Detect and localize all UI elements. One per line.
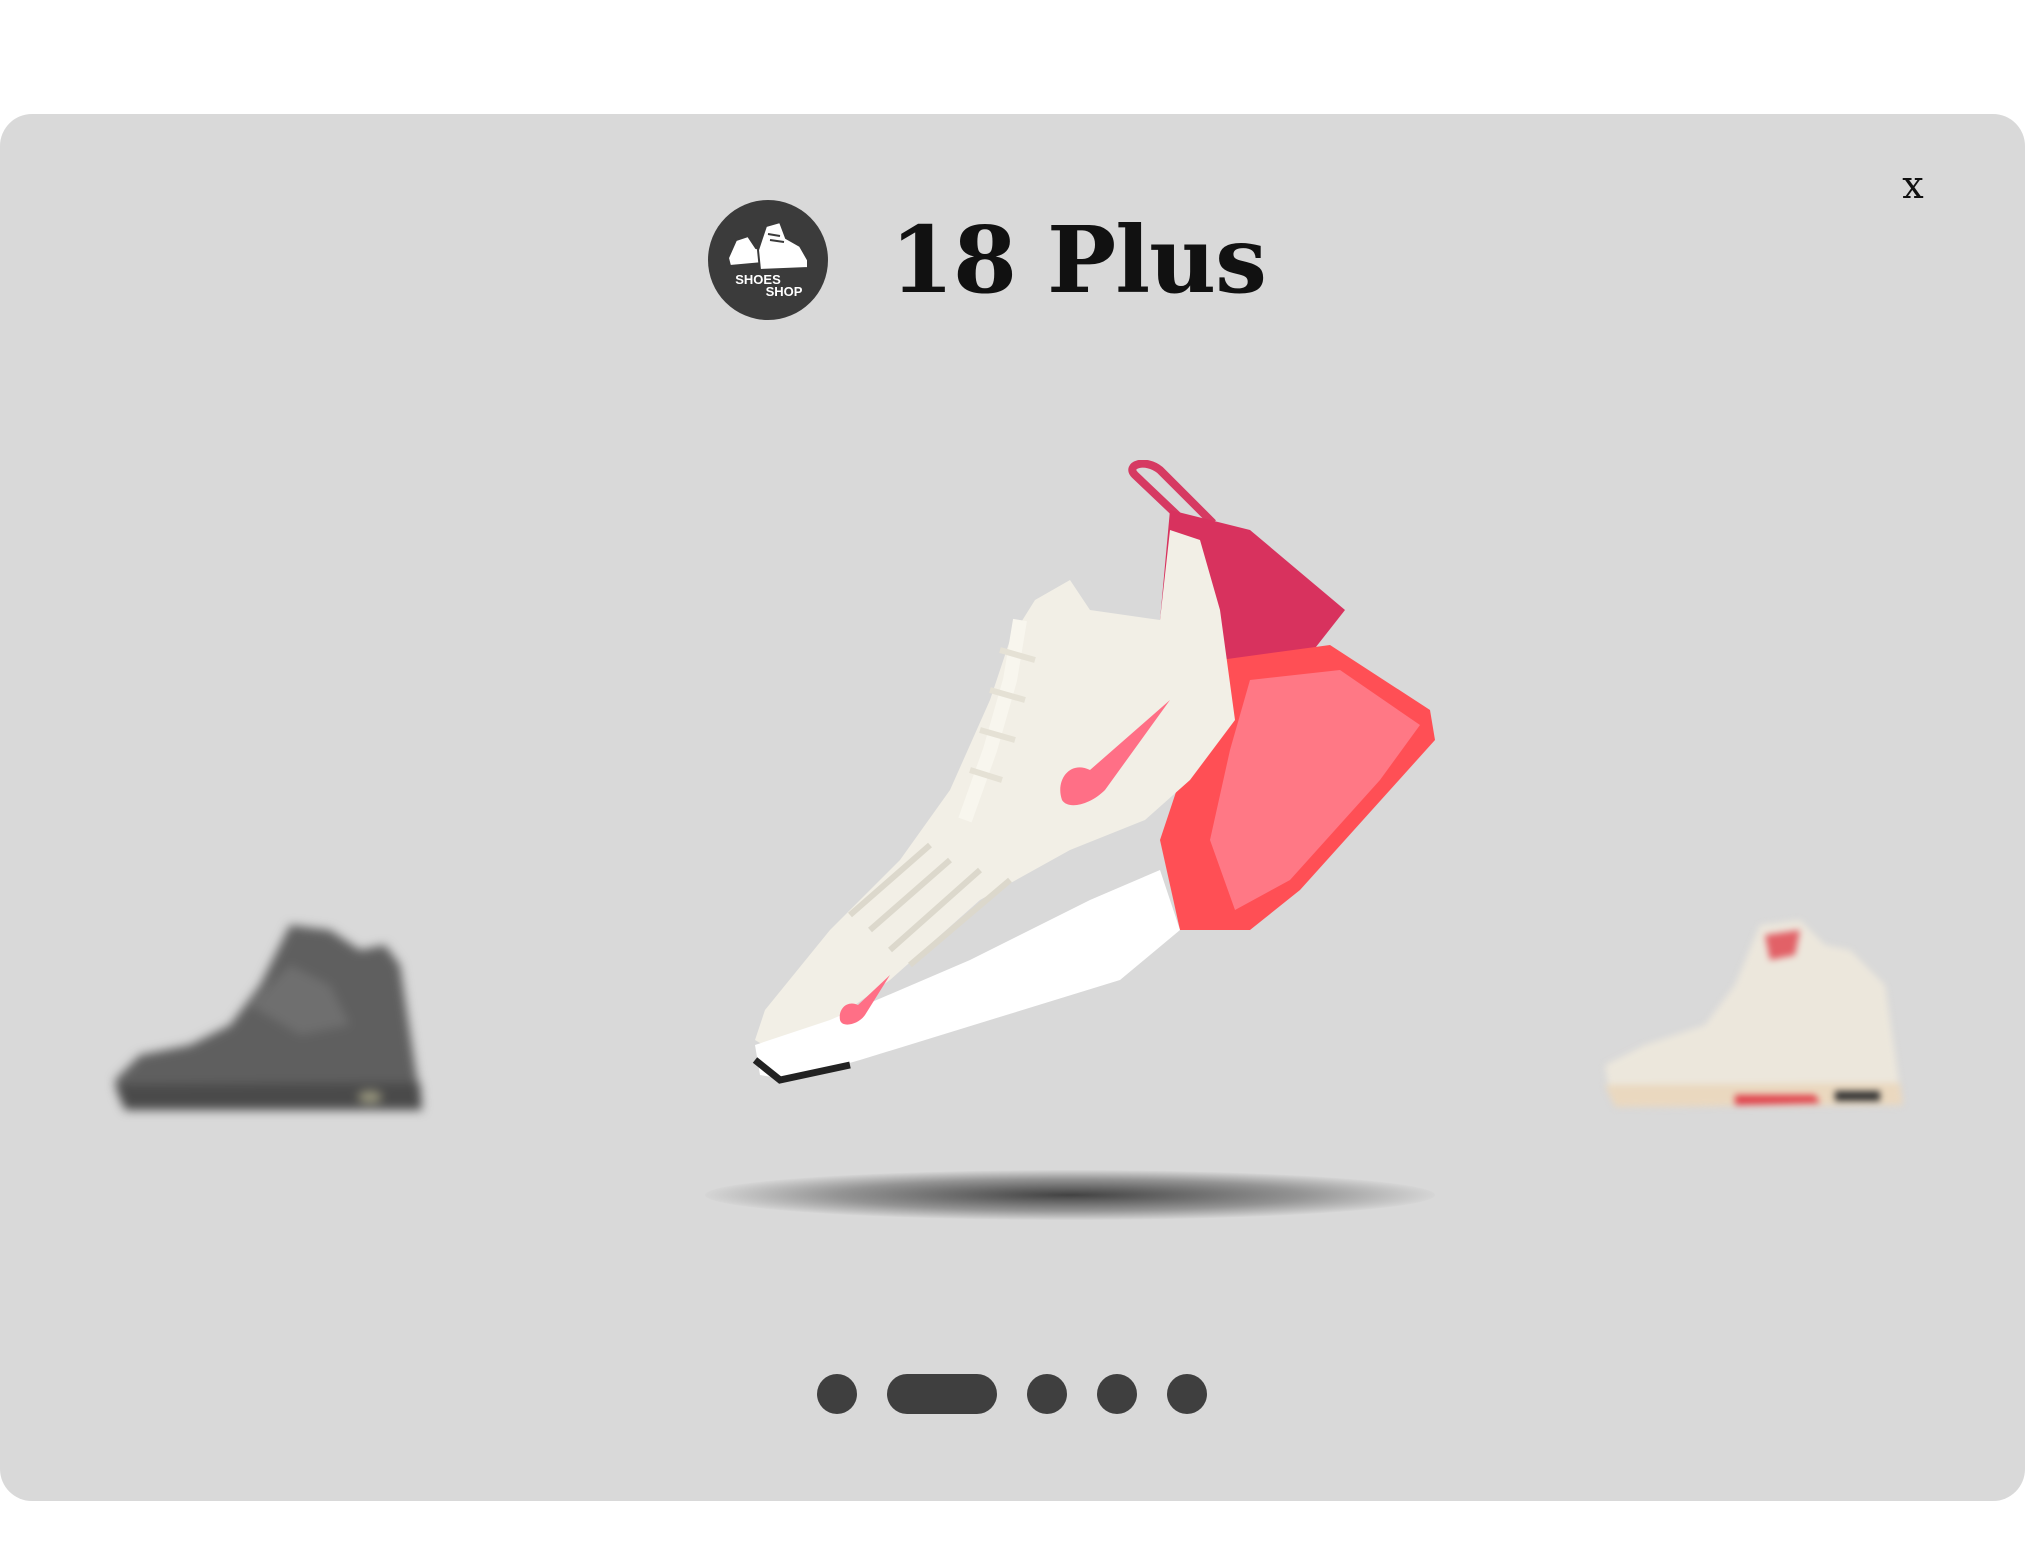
sneaker-icon: SHOES SHOP xyxy=(726,220,809,299)
carousel-pager xyxy=(817,1374,1207,1414)
pager-dot-3[interactable] xyxy=(1027,1374,1067,1414)
shoe-shadow xyxy=(705,1170,1435,1220)
pager-dot-4[interactable] xyxy=(1097,1374,1137,1414)
carousel-current-shoe[interactable] xyxy=(690,460,1470,1140)
shoes-shop-logo: SHOES SHOP xyxy=(708,200,828,320)
close-button[interactable]: x xyxy=(1888,160,1938,210)
brand-title: 18 Plus xyxy=(890,206,1267,314)
pager-dot-2-active[interactable] xyxy=(887,1374,997,1414)
carousel-next-shoe[interactable] xyxy=(1585,905,1925,1125)
carousel-previous-shoe[interactable] xyxy=(100,905,480,1135)
pager-dot-5[interactable] xyxy=(1167,1374,1207,1414)
logo-text-shop: SHOP xyxy=(766,284,803,299)
brand-header: SHOES SHOP 18 Plus xyxy=(708,200,1267,320)
pager-dot-1[interactable] xyxy=(817,1374,857,1414)
